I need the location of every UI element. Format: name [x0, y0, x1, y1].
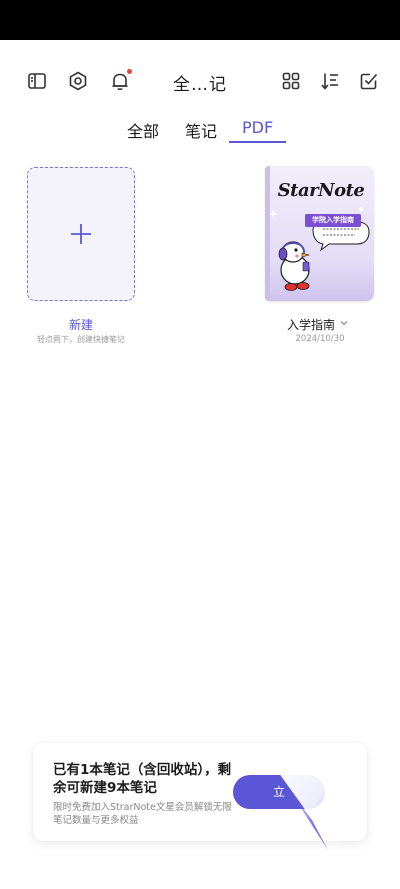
status-bar	[0, 0, 400, 40]
promo-main-text: 已有1本笔记（含回收站），剩余可新建9本笔记	[53, 762, 232, 796]
sidebar-icon[interactable]	[24, 68, 50, 94]
tab-all[interactable]: 全部	[127, 118, 159, 142]
page-title: 全…记	[173, 75, 227, 95]
cover-subtitle: 学院入学指南	[305, 214, 361, 227]
notification-badge	[127, 69, 132, 74]
active-tab-indicator	[229, 141, 286, 143]
grid-icon[interactable]	[278, 68, 304, 94]
plus-icon	[71, 224, 91, 244]
chevron-down-icon[interactable]	[339, 318, 349, 328]
settings-hexagon-icon[interactable]	[65, 68, 91, 94]
cover-brand: StarNote	[277, 180, 365, 201]
promo-join-button[interactable]: 立	[233, 775, 325, 809]
select-check-icon[interactable]	[356, 68, 382, 94]
promo-sub-text: 限时免费加入StrarNote文星会员解锁无限笔记数量与更多权益	[53, 802, 232, 826]
new-note-hint: 轻点两下，创建快捷笔记	[37, 335, 125, 344]
notebook-date: 2024/10/30	[295, 334, 345, 344]
notebook-cover[interactable]: StarNote 学院入学指南	[265, 166, 374, 301]
top-toolbar: 全…记	[0, 62, 400, 100]
sort-icon[interactable]	[317, 68, 343, 94]
new-note-label[interactable]: 新建	[27, 316, 135, 333]
new-note-card[interactable]	[27, 167, 135, 301]
bell-icon[interactable]	[107, 68, 133, 94]
tab-bar: 全部 笔记 PDF	[0, 114, 400, 146]
tab-pdf[interactable]: PDF	[242, 118, 273, 137]
promo-banner: 已有1本笔记（含回收站），剩余可新建9本笔记 限时免费加入StrarNote文星…	[33, 743, 367, 841]
notebook-title[interactable]: 入学指南	[287, 316, 347, 333]
tab-notes[interactable]: 笔记	[185, 118, 217, 142]
